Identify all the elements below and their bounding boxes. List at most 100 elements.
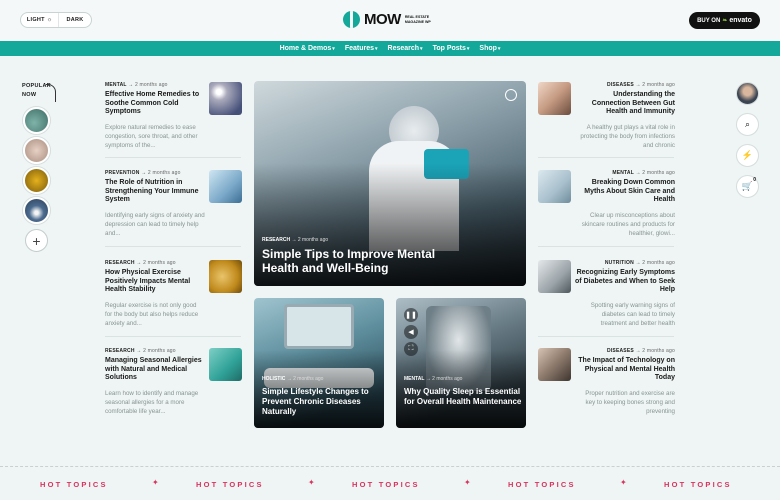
article-thumbnail[interactable] (209, 82, 242, 115)
nav-research[interactable]: Research ▾ (388, 45, 423, 52)
article-meta: DISEASES → 2 months ago (607, 348, 675, 354)
article-excerpt: Spotting early warning signs of diabetes… (590, 301, 675, 327)
article-thumbnail[interactable] (538, 170, 571, 203)
article-thumbnail[interactable] (538, 82, 571, 115)
nav-label: Features (344, 45, 374, 52)
volume-icon[interactable]: ◀ (404, 325, 418, 339)
article-excerpt: Proper nutrition and exercise are key to… (585, 389, 675, 415)
chevron-down-icon: ▾ (420, 45, 423, 52)
buy-prefix: BUY ON (697, 17, 721, 24)
card-title[interactable]: Why Quality Sleep is Essential for Overa… (404, 387, 522, 407)
featured-title[interactable]: Simple Tips to Improve Mental Health and… (262, 247, 472, 275)
article-card-holistic[interactable]: HOLISTIC → 2 months ago Simple Lifestyle… (254, 298, 384, 428)
popular-item-4[interactable] (23, 197, 50, 224)
article-title[interactable]: Recognizing Early Symptoms of Diabetes a… (575, 269, 675, 295)
divider (538, 246, 674, 247)
popular-item-2[interactable] (23, 137, 50, 164)
article-title[interactable]: Breaking Down Common Myths About Skin Ca… (575, 179, 675, 205)
article-time: 2 months ago (642, 82, 675, 88)
circle-icon[interactable] (505, 89, 517, 101)
fullscreen-icon[interactable]: ⛶ (404, 342, 418, 356)
nav-label: Shop (479, 45, 497, 52)
popular-item-3[interactable] (23, 167, 50, 194)
article-thumbnail[interactable] (538, 348, 571, 381)
hot-topics-label[interactable]: HOT TOPICS (352, 480, 420, 489)
pause-icon[interactable]: ❚❚ (404, 308, 418, 322)
buy-on-envato-button[interactable]: BUY ON ❧ envato (689, 12, 760, 29)
article-category[interactable]: DISEASES (607, 82, 634, 88)
site-logo[interactable]: MOW REAL ESTATE MAGAZINE WP (343, 11, 439, 28)
popular-list: + (23, 107, 50, 252)
divider (538, 336, 674, 337)
article-category[interactable]: PREVENTION (105, 170, 140, 176)
list-item[interactable]: MENTAL → 2 months ago Effective Home Rem… (105, 82, 245, 150)
article-meta: NUTRITION → 2 months ago (604, 260, 675, 266)
lightning-icon[interactable]: ⚡ (736, 144, 759, 167)
search-icon[interactable]: ⌕ (736, 113, 759, 136)
article-category[interactable]: DISEASES (607, 348, 634, 354)
sparkle-icon: ✦ (308, 478, 315, 487)
article-title[interactable]: The Role of Nutrition in Strengthening Y… (105, 179, 205, 205)
featured-article-card[interactable]: RESEARCH → 2 months ago Simple Tips to I… (254, 81, 526, 286)
hot-topics-label[interactable]: HOT TOPICS (40, 480, 108, 489)
article-thumbnail[interactable] (538, 260, 571, 293)
article-category[interactable]: NUTRITION (605, 260, 634, 266)
article-thumbnail[interactable] (209, 348, 242, 381)
list-item[interactable]: PREVENTION → 2 months ago The Role of Nu… (105, 170, 245, 238)
article-meta: MENTAL → 2 months ago (404, 376, 463, 382)
article-category[interactable]: MENTAL (612, 170, 634, 176)
article-time: 2 months ago (642, 260, 675, 266)
article-time: 2 months ago (134, 82, 168, 88)
user-avatar[interactable] (736, 82, 759, 105)
article-card-mental[interactable]: ❚❚ ◀ ⛶ MENTAL → 2 months ago Why Quality… (396, 298, 526, 428)
article-meta: DISEASES → 2 months ago (607, 82, 675, 88)
article-excerpt: Explore natural remedies to ease congest… (105, 123, 198, 149)
hot-topics-label[interactable]: HOT TOPICS (196, 480, 264, 489)
article-title[interactable]: The Impact of Technology on Physical and… (575, 357, 675, 383)
logo-name: MOW (364, 11, 401, 28)
cart-icon[interactable]: 🛒 0 (736, 175, 759, 198)
list-item[interactable]: MENTAL → 2 months ago Breaking Down Comm… (538, 170, 678, 238)
article-title[interactable]: Managing Seasonal Allergies with Natural… (105, 357, 205, 383)
list-item[interactable]: RESEARCH → 2 months ago How Physical Exe… (105, 260, 245, 328)
list-item[interactable]: DISEASES → 2 months ago Understanding th… (538, 82, 678, 150)
chevron-down-icon: ▾ (332, 45, 335, 52)
article-thumbnail[interactable] (209, 260, 242, 293)
dark-label: DARK (66, 17, 84, 23)
nav-shop[interactable]: Shop ▾ (479, 45, 500, 52)
article-category[interactable]: RESEARCH (105, 348, 135, 354)
article-meta: PREVENTION → 2 months ago (105, 170, 181, 176)
article-meta: RESEARCH → 2 months ago (262, 237, 329, 243)
article-time: 2 months ago (642, 348, 675, 354)
nav-label: Home & Demos (279, 45, 332, 52)
article-thumbnail[interactable] (209, 170, 242, 203)
article-title[interactable]: Understanding the Connection Between Gut… (575, 91, 675, 117)
article-category[interactable]: MENTAL (404, 376, 424, 382)
article-category[interactable]: HOLISTIC (262, 376, 285, 382)
divider (105, 336, 241, 337)
buy-brand: envato (729, 17, 752, 24)
nav-top-posts[interactable]: Top Posts ▾ (433, 45, 470, 52)
list-item[interactable]: RESEARCH → 2 months ago Managing Seasona… (105, 348, 245, 416)
light-mode-option[interactable]: LIGHT ☼ (21, 13, 59, 27)
card-title[interactable]: Simple Lifestyle Changes to Prevent Chro… (262, 387, 380, 417)
article-title[interactable]: How Physical Exercise Positively Impacts… (105, 269, 205, 295)
dark-mode-option[interactable]: DARK (59, 17, 91, 23)
nav-features[interactable]: Features ▾ (345, 45, 378, 52)
hot-topics-label[interactable]: HOT TOPICS (508, 480, 576, 489)
theme-toggle[interactable]: LIGHT ☼ DARK (20, 12, 92, 28)
hot-topics-label[interactable]: HOT TOPICS (664, 480, 732, 489)
right-toolbar: ⌕ ⚡ 🛒 0 (736, 82, 759, 198)
article-category[interactable]: RESEARCH (262, 237, 290, 243)
popular-item-1[interactable] (23, 107, 50, 134)
list-item[interactable]: DISEASES → 2 months ago The Impact of Te… (538, 348, 678, 416)
add-icon[interactable]: + (25, 229, 48, 252)
article-title[interactable]: Effective Home Remedies to Soothe Common… (105, 91, 205, 117)
article-category[interactable]: RESEARCH (105, 260, 135, 266)
chevron-down-icon: ▾ (375, 45, 378, 52)
list-item[interactable]: NUTRITION → 2 months ago Recognizing Ear… (538, 260, 678, 328)
article-meta: MENTAL → 2 months ago (105, 82, 168, 88)
nav-home-demos[interactable]: Home & Demos ▾ (280, 45, 335, 52)
divider (105, 157, 241, 158)
article-category[interactable]: MENTAL (105, 82, 127, 88)
